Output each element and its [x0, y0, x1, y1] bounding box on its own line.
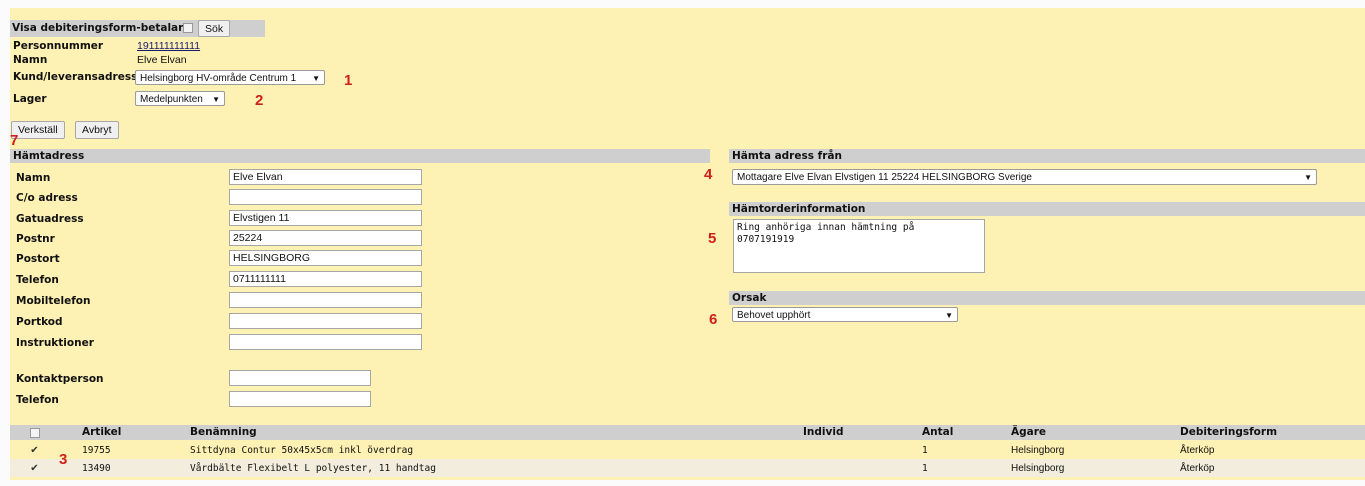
cancel-button[interactable]: Avbryt — [75, 121, 119, 139]
contact-phone-input[interactable] — [229, 391, 371, 407]
order-info-bar: Hämtorderinformation — [729, 202, 1365, 216]
namn-value: Elve Elvan — [137, 54, 187, 66]
fetch-from-title: Hämta adress från — [732, 150, 842, 162]
lager-value: Medelpunkten — [140, 94, 203, 105]
row-antal: 1 — [922, 463, 928, 474]
select-all-checkbox[interactable] — [30, 428, 40, 438]
contact-label: Kontaktperson — [16, 373, 104, 385]
pickup-namn-input[interactable]: Elve Elvan — [229, 169, 422, 185]
personnummer-label: Personnummer — [13, 40, 104, 52]
marker-2: 2 — [255, 92, 264, 109]
marker-3: 3 — [59, 451, 68, 468]
show-payer-checkbox[interactable] — [183, 23, 193, 33]
top-bar: Visa debiteringsform-betalare Sök — [10, 20, 265, 37]
row-benamning: Vårdbälte Flexibelt L polyester, 11 hand… — [190, 463, 436, 474]
fetch-address-value: Mottagare Elve Elvan Elvstigen 11 25224 … — [737, 172, 1032, 183]
pickup-co-input[interactable] — [229, 189, 422, 205]
reason-select[interactable]: Behovet upphört ▼ — [732, 307, 958, 322]
page: Visa debiteringsform-betalare Sök Person… — [0, 0, 1365, 486]
row-benamning: Sittdyna Contur 50x45x5cm inkl överdrag — [190, 445, 414, 456]
pickup-instructions-input[interactable] — [229, 334, 422, 350]
pickup-city-input[interactable]: HELSINGBORG — [229, 250, 422, 266]
delivery-address-value: Helsingborg HV-område Centrum 1 — [140, 73, 297, 84]
reason-bar: Orsak — [729, 291, 1365, 305]
row-antal: 1 — [922, 445, 928, 456]
lager-label: Lager — [13, 93, 47, 105]
table-row[interactable]: ✔ 13490 Vårdbälte Flexibelt L polyester,… — [10, 459, 1365, 477]
col-benamning[interactable]: Benämning — [190, 426, 257, 438]
col-debiteringsform[interactable]: Debiteringsform — [1180, 426, 1277, 438]
page-title: Visa debiteringsform-betalare — [12, 22, 191, 34]
chevron-down-icon: ▼ — [945, 311, 953, 320]
row-debiteringsform: Återköp — [1180, 463, 1215, 474]
contact-phone-label: Telefon — [16, 394, 59, 406]
lager-select[interactable]: Medelpunkten ▼ — [135, 91, 225, 106]
row-checkbox[interactable]: ✔ — [29, 445, 40, 456]
field-label-namn: Namn — [16, 172, 51, 184]
chevron-down-icon: ▼ — [1304, 173, 1312, 182]
address-label: Kund/leveransadress — [13, 71, 138, 83]
col-individ[interactable]: Individ — [803, 426, 843, 438]
reason-title: Orsak — [732, 292, 767, 304]
table-header: Artikel Benämning Individ Antal Ägare De… — [10, 425, 1365, 440]
pickup-phone-input[interactable]: 0711111111 — [229, 271, 422, 287]
pickup-doorcode-input[interactable] — [229, 313, 422, 329]
chevron-down-icon: ▼ — [312, 74, 320, 83]
field-label-gatuadress: Gatuadress — [16, 213, 84, 225]
field-label-portkod: Portkod — [16, 316, 63, 328]
field-label-co: C/o adress — [16, 192, 78, 204]
pickup-mobile-input[interactable] — [229, 292, 422, 308]
fetch-address-select[interactable]: Mottagare Elve Elvan Elvstigen 11 25224 … — [732, 169, 1317, 185]
contact-input[interactable] — [229, 370, 371, 386]
field-label-instruktioner: Instruktioner — [16, 337, 94, 349]
marker-5: 5 — [708, 230, 717, 247]
field-label-telefon: Telefon — [16, 274, 59, 286]
marker-6: 6 — [709, 311, 718, 328]
apply-button[interactable]: Verkställ — [11, 121, 65, 139]
pickup-section-bar: Hämtadress — [10, 149, 710, 163]
field-label-postnr: Postnr — [16, 233, 55, 245]
pickup-section-title: Hämtadress — [13, 150, 85, 162]
reason-value: Behovet upphört — [737, 310, 811, 321]
row-artikel: 13490 — [82, 463, 111, 474]
field-label-postort: Postort — [16, 253, 60, 265]
form-panel: Visa debiteringsform-betalare Sök Person… — [10, 8, 1365, 480]
marker-1: 1 — [344, 72, 353, 89]
search-button[interactable]: Sök — [198, 20, 231, 37]
pickup-postnr-input[interactable]: 25224 — [229, 230, 422, 246]
pickup-street-input[interactable]: Elvstigen 11 — [229, 210, 422, 226]
order-info-textarea[interactable]: Ring anhöriga innan hämtning på 07071919… — [733, 219, 985, 273]
col-antal[interactable]: Antal — [922, 426, 953, 438]
table-row[interactable]: ✔ 19755 Sittdyna Contur 50x45x5cm inkl ö… — [10, 442, 1365, 459]
row-debiteringsform: Återköp — [1180, 445, 1215, 456]
field-label-mobil: Mobiltelefon — [16, 295, 91, 307]
personnummer-link[interactable]: 191111111111 — [137, 40, 200, 52]
row-checkbox[interactable]: ✔ — [29, 463, 40, 474]
fetch-from-bar: Hämta adress från — [729, 149, 1365, 163]
delivery-address-select[interactable]: Helsingborg HV-område Centrum 1 ▼ — [135, 70, 325, 85]
col-agare[interactable]: Ägare — [1011, 426, 1046, 438]
namn-label: Namn — [13, 54, 48, 66]
row-agare: Helsingborg — [1011, 463, 1065, 474]
marker-4: 4 — [704, 166, 713, 183]
marker-7: 7 — [10, 132, 19, 149]
order-info-title: Hämtorderinformation — [732, 203, 866, 215]
row-artikel: 19755 — [82, 445, 111, 456]
col-artikel[interactable]: Artikel — [82, 426, 121, 438]
chevron-down-icon: ▼ — [212, 95, 220, 104]
row-agare: Helsingborg — [1011, 445, 1065, 456]
